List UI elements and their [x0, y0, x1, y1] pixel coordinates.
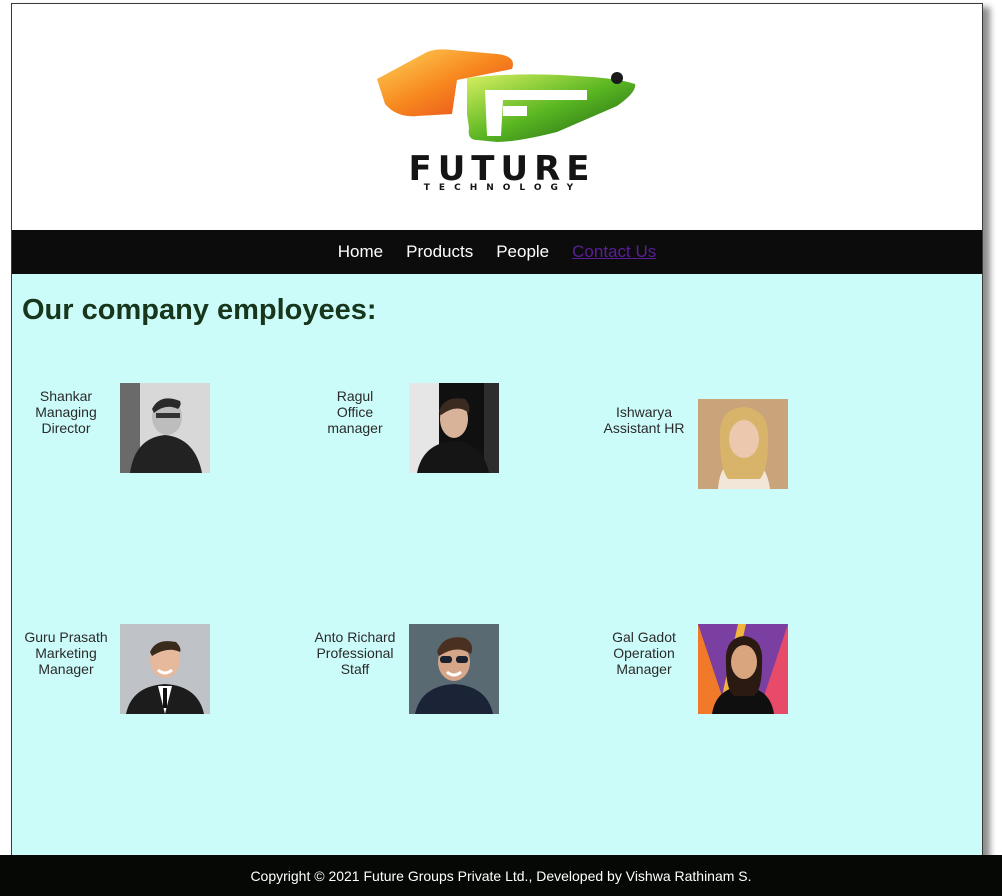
employee-name: Ragul [336, 388, 374, 404]
employee-name: Gal Gadot [612, 629, 676, 645]
site-header: FUTURE TECHNOLOGY [12, 4, 982, 229]
employee-info: Shankar Managing Director [12, 388, 120, 436]
employee-role: Office [336, 404, 374, 420]
employee-role: Managing [35, 404, 97, 420]
employee-card: Ishwarya Assistant HR [590, 399, 870, 509]
employee-photo [409, 383, 499, 473]
main-nav: Home Products People Contact Us [12, 230, 982, 274]
employee-role: Marketing [35, 645, 97, 661]
employee-info: Anto Richard Professional Staff [301, 629, 409, 677]
employee-name: Ishwarya [615, 404, 673, 420]
employee-photo [698, 399, 788, 489]
employee-photo [120, 624, 210, 714]
employee-role: Manager [38, 661, 94, 677]
employee-info: Ragul Office manager [301, 388, 409, 436]
employee-role: Operation [613, 645, 675, 661]
employee-info: Guru Prasath Marketing Manager [12, 629, 120, 677]
employee-role: manager [327, 420, 383, 436]
nav-people[interactable]: People [496, 242, 549, 262]
logo-graphic: FUTURE TECHNOLOGY [377, 49, 636, 193]
employee-role: Professional [316, 645, 394, 661]
employee-name: Anto Richard [314, 629, 396, 645]
page-title: Our company employees: [22, 294, 377, 326]
site-footer: Copyright © 2021 Future Groups Private L… [0, 855, 1002, 896]
employee-card: Guru Prasath Marketing Manager [12, 624, 292, 734]
employee-photo [698, 624, 788, 714]
employee-role: Staff [340, 661, 370, 677]
logo-subwordmark: TECHNOLOGY [424, 183, 582, 193]
nav-products[interactable]: Products [406, 242, 473, 262]
nav-contact-us[interactable]: Contact Us [572, 242, 656, 262]
employee-info: Gal Gadot Operation Manager [590, 629, 698, 677]
employee-name: Guru Prasath [24, 629, 108, 645]
employee-card: Anto Richard Professional Staff [301, 624, 581, 734]
employee-role: Director [41, 420, 91, 436]
employee-name: Shankar [39, 388, 93, 404]
employee-card: Shankar Managing Director [12, 383, 292, 493]
employee-role: Manager [616, 661, 672, 677]
employees-section: Our company employees: Shankar Managing … [12, 274, 982, 856]
future-technology-logo[interactable]: FUTURE TECHNOLOGY [317, 44, 687, 194]
employee-card: Gal Gadot Operation Manager [590, 624, 870, 734]
employee-photo [120, 383, 210, 473]
employee-info: Ishwarya Assistant HR [590, 404, 698, 436]
copyright-text: Copyright © 2021 Future Groups Private L… [250, 867, 752, 884]
employee-photo [409, 624, 499, 714]
employee-card: Ragul Office manager [301, 383, 581, 493]
site-frame: FUTURE TECHNOLOGY Home Products People C… [11, 3, 983, 896]
page: FUTURE TECHNOLOGY Home Products People C… [0, 0, 1002, 896]
employee-role: Assistant HR [603, 420, 685, 436]
nav-home[interactable]: Home [338, 242, 383, 262]
